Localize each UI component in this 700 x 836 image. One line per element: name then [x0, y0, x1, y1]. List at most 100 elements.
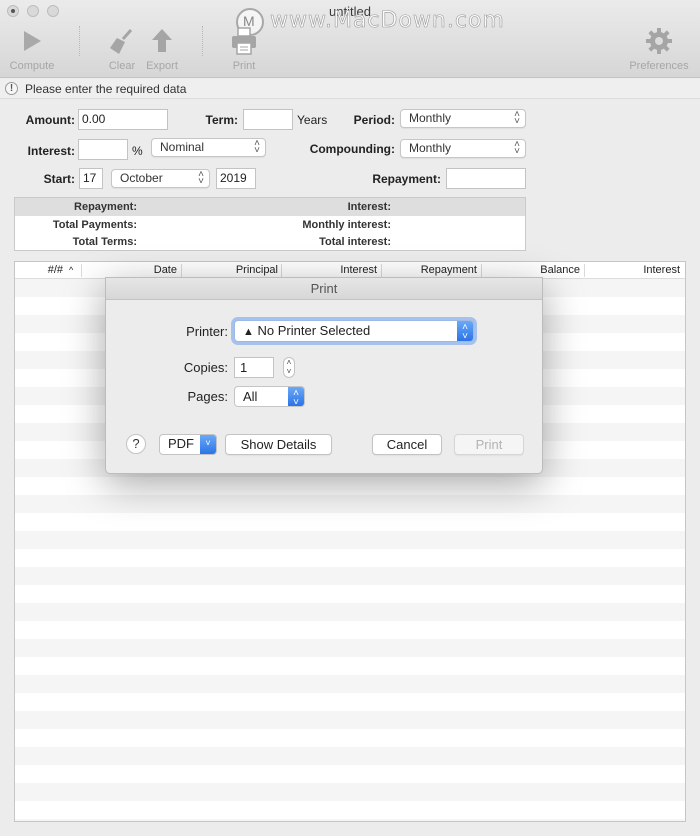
compounding-value: Monthly — [409, 141, 452, 155]
arrow-up-icon — [152, 29, 172, 52]
start-year-field[interactable]: 2019 — [216, 168, 256, 189]
copies-stepper[interactable]: ˄ ˅ — [283, 357, 295, 378]
compounding-select[interactable]: Monthly ˄ ˅ — [400, 139, 526, 158]
term-unit: Years — [297, 113, 328, 127]
copies-label: Copies: — [183, 360, 228, 375]
column-header-interest[interactable]: Interest — [281, 264, 377, 276]
table-row[interactable] — [15, 585, 685, 603]
pdf-label: PDF — [168, 436, 194, 451]
toolbar: untitled www.MacDown.com Compute Clear E… — [0, 0, 700, 78]
table-row[interactable] — [15, 549, 685, 567]
play-icon — [24, 31, 41, 51]
table-row[interactable] — [15, 747, 685, 765]
printer-value: No Printer Selected — [257, 323, 371, 338]
chevron-updown-icon: ˄ ˅ — [514, 139, 520, 157]
table-row[interactable] — [15, 567, 685, 585]
table-row[interactable] — [15, 729, 685, 747]
summary-panel: Repayment: Total Payments: Total Terms: … — [14, 197, 526, 251]
pages-label: Pages: — [187, 389, 228, 404]
repayment-label: Repayment: — [372, 172, 441, 186]
start-day-field[interactable]: 17 — [79, 168, 103, 189]
table-row[interactable] — [15, 819, 685, 821]
table-row[interactable] — [15, 675, 685, 693]
chevron-updown-icon: ˄ ˅ — [514, 109, 520, 127]
cancel-button[interactable]: Cancel — [372, 434, 442, 455]
chevron-updown-icon: ˄ ˅ — [288, 387, 304, 408]
summary-total-payments-label: Total Payments: — [52, 219, 137, 231]
warning-icon: ! — [5, 82, 18, 95]
start-month-value: October — [120, 171, 163, 185]
term-label: Term: — [205, 113, 238, 127]
compounding-label: Compounding: — [309, 142, 395, 156]
column-header-repayment[interactable]: Repayment — [381, 264, 477, 276]
print-button[interactable]: Print — [226, 26, 262, 72]
period-value: Monthly — [409, 111, 452, 125]
column-header-number[interactable]: #/# — [15, 264, 63, 276]
summary-interest-label: Interest: — [347, 201, 391, 213]
chevron-updown-icon: ˄ ˅ — [457, 321, 473, 342]
printer-select[interactable]: ▲ No Printer Selected ˄ ˅ — [234, 320, 474, 342]
export-button[interactable]: Export — [142, 26, 182, 72]
chevron-updown-icon: ˄ ˅ — [254, 138, 260, 156]
gear-icon — [646, 28, 672, 54]
clear-button[interactable]: Clear — [104, 26, 140, 72]
show-details-button[interactable]: Show Details — [225, 434, 332, 455]
toolbar-separator — [202, 26, 203, 56]
table-row[interactable] — [15, 711, 685, 729]
table-row[interactable] — [15, 621, 685, 639]
table-row[interactable] — [15, 603, 685, 621]
pages-value: All — [243, 389, 258, 404]
table-row[interactable] — [15, 765, 685, 783]
amount-field[interactable]: 0.00 — [78, 109, 168, 130]
column-header-date[interactable]: Date — [81, 264, 177, 276]
broom-icon — [110, 29, 133, 54]
help-button[interactable]: ? — [126, 434, 146, 454]
table-row[interactable] — [15, 639, 685, 657]
rate-type-value: Nominal — [160, 140, 205, 154]
chevron-updown-icon: ˄ ˅ — [198, 169, 204, 187]
table-row[interactable] — [15, 801, 685, 819]
period-label: Period: — [353, 113, 395, 127]
print-dialog: Print Printer: ▲ No Printer Selected ˄ ˅ … — [105, 277, 543, 474]
table-row[interactable] — [15, 477, 685, 495]
summary-total-interest-label: Total interest: — [319, 236, 391, 248]
pages-select[interactable]: All ˄ ˅ — [234, 386, 305, 408]
rate-type-select[interactable]: Nominal ˄ ˅ — [151, 138, 266, 157]
column-header-balance[interactable]: Balance — [481, 264, 580, 276]
table-row[interactable] — [15, 495, 685, 513]
pdf-menu-button[interactable]: PDF ˅ — [159, 434, 217, 455]
clear-label: Clear — [108, 60, 136, 72]
interest-field[interactable] — [78, 139, 128, 160]
compute-label: Compute — [9, 60, 55, 72]
summary-total-terms-label: Total Terms: — [72, 236, 137, 248]
printer-label: Printer: — [186, 324, 228, 339]
preferences-button[interactable]: Preferences — [626, 26, 692, 72]
summary-repayment-label: Repayment: — [74, 201, 137, 213]
term-field[interactable] — [243, 109, 293, 130]
table-row[interactable] — [15, 513, 685, 531]
column-header-principal[interactable]: Principal — [181, 264, 278, 276]
chevron-down-icon: ˅ — [200, 435, 216, 454]
repayment-field[interactable] — [446, 168, 526, 189]
status-message: Please enter the required data — [25, 82, 187, 96]
compute-button[interactable]: Compute — [6, 26, 58, 72]
start-label: Start: — [43, 172, 75, 186]
start-month-select[interactable]: October ˄ ˅ — [111, 169, 210, 188]
export-label: Export — [146, 60, 178, 72]
toolbar-separator — [79, 26, 80, 56]
period-select[interactable]: Monthly ˄ ˅ — [400, 109, 526, 128]
column-header-interest-total[interactable]: Interest — [584, 264, 680, 276]
print-confirm-button[interactable]: Print — [454, 434, 524, 455]
summary-monthly-interest-label: Monthly interest: — [302, 219, 391, 231]
printer-icon — [232, 27, 256, 55]
copies-field[interactable]: 1 — [234, 357, 274, 378]
table-row[interactable] — [15, 783, 685, 801]
print-label: Print — [232, 60, 256, 72]
percent-sign: % — [132, 144, 143, 158]
print-dialog-title: Print — [106, 278, 542, 300]
warning-triangle-icon: ▲ — [243, 326, 254, 338]
table-row[interactable] — [15, 657, 685, 675]
status-bar: ! Please enter the required data — [0, 79, 700, 99]
table-row[interactable] — [15, 531, 685, 549]
table-row[interactable] — [15, 693, 685, 711]
